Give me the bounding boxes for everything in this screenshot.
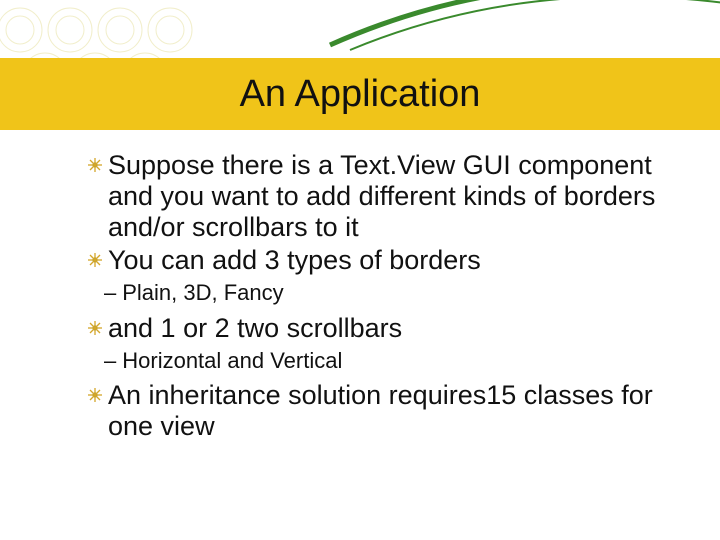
star-bullet-icon: [86, 320, 104, 336]
slide-title: An Application: [240, 73, 481, 116]
bullet-item: and 1 or 2 two scrollbars: [86, 313, 686, 344]
sub-bullet-item: – Plain, 3D, Fancy: [104, 280, 686, 306]
slide-body: Suppose there is a Text.View GUI compone…: [86, 150, 686, 444]
dash-bullet-icon: –: [104, 280, 116, 306]
sub-bullet-text: Plain, 3D, Fancy: [122, 280, 283, 306]
bullet-text: and 1 or 2 two scrollbars: [108, 313, 402, 344]
bullet-text: Suppose there is a Text.View GUI compone…: [108, 150, 686, 243]
bullet-item: Suppose there is a Text.View GUI compone…: [86, 150, 686, 243]
star-bullet-icon: [86, 157, 104, 173]
star-bullet-icon: [86, 252, 104, 268]
bullet-text: An inheritance solution requires15 class…: [108, 380, 686, 442]
sub-bullet-text: Horizontal and Vertical: [122, 348, 342, 374]
dash-bullet-icon: –: [104, 348, 116, 374]
bullet-text: You can add 3 types of borders: [108, 245, 481, 276]
bullet-item: An inheritance solution requires15 class…: [86, 380, 686, 442]
bullet-item: You can add 3 types of borders: [86, 245, 686, 276]
star-bullet-icon: [86, 387, 104, 403]
sub-bullet-item: – Horizontal and Vertical: [104, 348, 686, 374]
title-band: An Application: [0, 58, 720, 130]
